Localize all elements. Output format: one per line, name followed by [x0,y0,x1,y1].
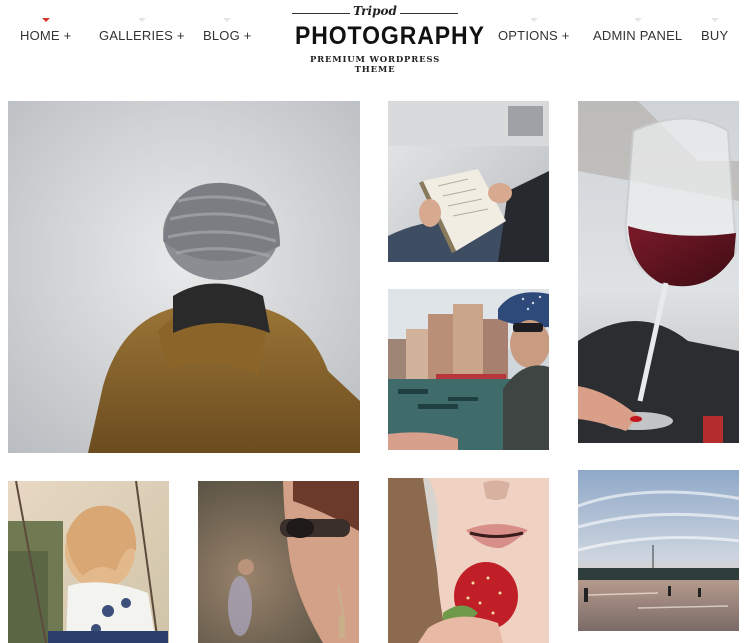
site-logo[interactable]: Tripod PHOTOGRAPHY PREMIUM WORDPRESS THE… [288,4,485,75]
red-wine-glass-photo[interactable] [578,101,739,443]
venice-canal-photo[interactable] [388,289,549,450]
nav-home[interactable]: HOME + [20,28,71,43]
sunset-beach-photo[interactable] [578,470,739,631]
nav-admin-panel[interactable]: ADMIN PANEL [593,28,682,43]
nav-buy[interactable]: BUY [701,28,728,43]
nav-blog[interactable]: BLOG + [203,28,252,43]
nav-options[interactable]: OPTIONS + [498,28,570,43]
nav-galleries[interactable]: GALLERIES + [99,28,185,43]
strawberry-lips-photo[interactable] [388,478,549,643]
reading-book-photo[interactable] [388,101,549,262]
sunglasses-woman-photo[interactable] [198,481,359,643]
person-knit-hat-photo[interactable] [8,101,360,453]
child-swing-photo[interactable] [8,481,169,643]
logo-script: Tripod [353,4,397,18]
logo-title: PHOTOGRAPHY [294,22,485,50]
logo-subtitle: PREMIUM WORDPRESS THEME [309,55,441,75]
